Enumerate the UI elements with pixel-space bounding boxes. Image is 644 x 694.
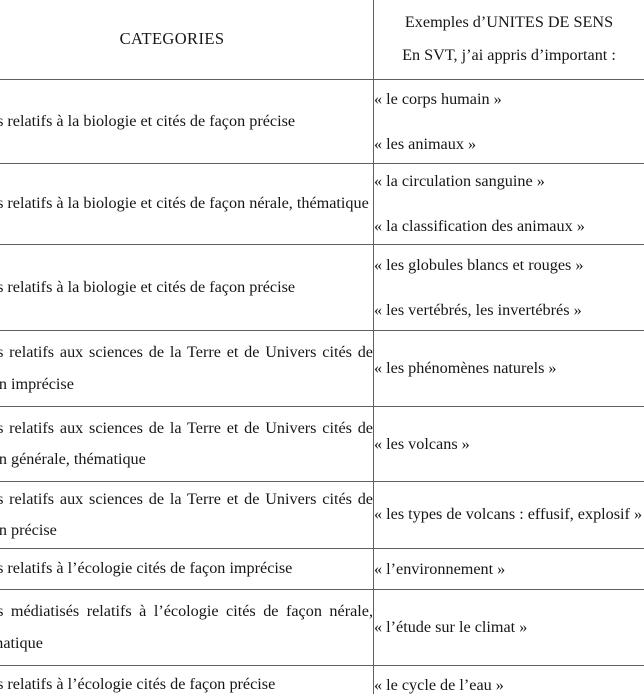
units-cell: « l’étude sur le climat » [373, 589, 644, 666]
units-cell: « le cycle de l’eau » [373, 665, 644, 694]
units-cell: « les globules blancs et rouges » « les … [373, 244, 644, 331]
unit-item: « les globules blancs et rouges » [374, 255, 584, 274]
table-row: voirs relatifs aux sciences de la Terre … [0, 406, 644, 482]
table-header-row: CATEGORIES Exemples d’UNITES DE SENS En … [0, 0, 644, 80]
table-row: voirs relatifs aux sciences de la Terre … [0, 330, 644, 407]
table-body: voirs relatifs à la biologie et cités de… [0, 79, 644, 694]
categories-units-table: CATEGORIES Exemples d’UNITES DE SENS En … [0, 0, 644, 694]
table-row: voirs relatifs à la biologie et cités de… [0, 79, 644, 164]
unit-item: « les vertébrés, les invertébrés » [374, 300, 582, 319]
units-cell: « la circulation sanguine » « la classif… [373, 163, 644, 245]
table-header: CATEGORIES Exemples d’UNITES DE SENS En … [0, 0, 644, 80]
unit-item: « l’environnement » [374, 559, 506, 578]
table-row: voirs médiatisés relatifs à l’écologie c… [0, 589, 644, 666]
table-row: voirs relatifs aux sciences de la Terre … [0, 481, 644, 549]
units-cell: « le corps humain » « les animaux » [373, 79, 644, 164]
document-sheet: CATEGORIES Exemples d’UNITES DE SENS En … [0, 0, 644, 694]
unit-item: « les animaux » [374, 134, 477, 153]
table-row: voirs relatifs à la biologie et cités de… [0, 244, 644, 331]
unit-item: « les types de volcans : effusif, explos… [374, 505, 643, 524]
unit-item: « le corps humain » [374, 89, 502, 108]
category-cell: voirs relatifs à la biologie et cités de… [0, 244, 374, 331]
category-cell: voirs médiatisés relatifs à l’écologie c… [0, 589, 374, 666]
units-cell: « l’environnement » [373, 548, 644, 590]
units-cell: « les types de volcans : effusif, explos… [373, 481, 644, 549]
table-row: voirs relatifs à l’écologie cités de faç… [0, 548, 644, 590]
category-cell: voirs relatifs à la biologie et cités de… [0, 163, 374, 245]
header-units-line1: Exemples d’UNITES DE SENS [404, 13, 614, 31]
category-cell: voirs relatifs à l’écologie cités de faç… [0, 548, 374, 590]
unit-item: « la classification des animaux » [374, 217, 585, 235]
category-cell: voirs relatifs aux sciences de la Terre … [0, 406, 374, 482]
unit-item: « les phénomènes naturels » [374, 359, 557, 378]
unit-item: « l’étude sur le climat » [374, 618, 528, 637]
unit-item: « la circulation sanguine » [374, 172, 545, 191]
header-cell-categories: CATEGORIES [0, 0, 374, 80]
unit-item: « les volcans » [374, 434, 470, 453]
header-cell-units: Exemples d’UNITES DE SENS En SVT, j’ai a… [373, 0, 644, 80]
category-cell: voirs relatifs aux sciences de la Terre … [0, 481, 374, 549]
header-units-line2: En SVT, j’ai appris d’important : [402, 46, 616, 64]
table-row: voirs relatifs à la biologie et cités de… [0, 163, 644, 245]
category-cell: voirs relatifs à la biologie et cités de… [0, 79, 374, 164]
units-cell: « les phénomènes naturels » [373, 330, 644, 407]
category-cell: voirs relatifs aux sciences de la Terre … [0, 330, 374, 407]
category-cell: voirs relatifs à l’écologie cités de faç… [0, 665, 374, 694]
document-page: CATEGORIES Exemples d’UNITES DE SENS En … [0, 0, 644, 694]
units-cell: « les volcans » [373, 406, 644, 482]
table-row: voirs relatifs à l’écologie cités de faç… [0, 665, 644, 694]
unit-item: « le cycle de l’eau » [374, 675, 504, 694]
